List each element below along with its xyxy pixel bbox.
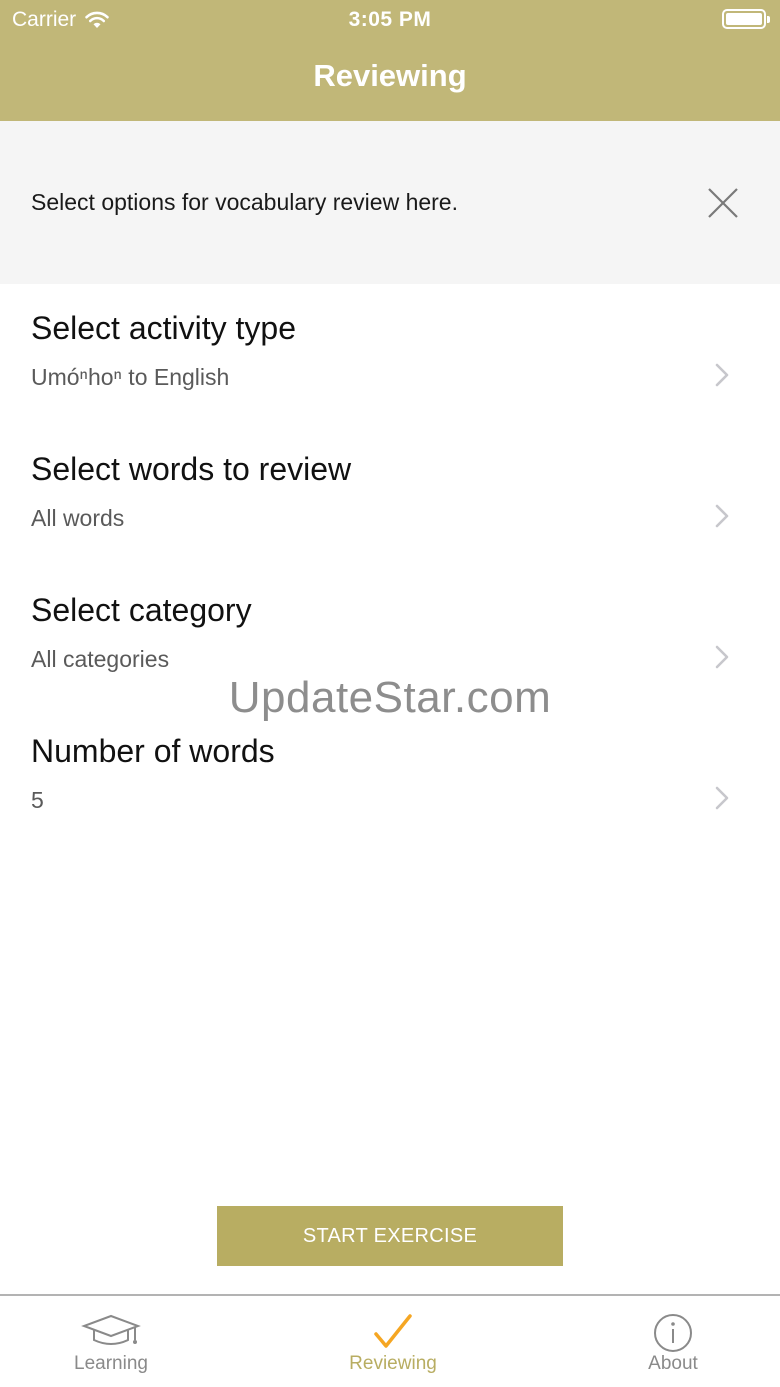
tab-about[interactable]: About bbox=[573, 1296, 773, 1387]
chevron-right-icon bbox=[715, 504, 729, 528]
option-value: All categories bbox=[31, 646, 170, 672]
banner-message: Select options for vocabulary review her… bbox=[31, 189, 458, 215]
option-title: Select category bbox=[31, 592, 252, 628]
tab-bar: Learning Reviewing About bbox=[0, 1294, 780, 1387]
option-title: Select activity type bbox=[31, 310, 296, 346]
close-banner-button[interactable] bbox=[704, 184, 742, 222]
start-exercise-button[interactable]: START EXERCISE bbox=[217, 1206, 563, 1266]
page-title: Reviewing bbox=[313, 58, 467, 93]
tab-reviewing[interactable]: Reviewing bbox=[293, 1296, 493, 1387]
graduation-cap-icon bbox=[81, 1314, 141, 1345]
tab-label: About bbox=[648, 1353, 698, 1374]
option-row-activity-type[interactable]: Select activity type Umóⁿhoⁿ to English bbox=[0, 284, 780, 425]
chevron-right-icon bbox=[715, 645, 729, 669]
navigation-bar: Carrier 3:05 PM Reviewing bbox=[0, 0, 780, 121]
option-title: Number of words bbox=[31, 733, 275, 769]
chevron-right-icon bbox=[715, 363, 729, 387]
tab-learning[interactable]: Learning bbox=[11, 1296, 211, 1387]
option-row-words-to-review[interactable]: Select words to review All words bbox=[0, 425, 780, 566]
checkmark-icon bbox=[374, 1314, 412, 1348]
chevron-right-icon bbox=[715, 786, 729, 810]
close-icon bbox=[708, 188, 738, 218]
watermark: UpdateStar.com bbox=[228, 673, 552, 722]
info-banner: Select options for vocabulary review her… bbox=[0, 121, 780, 284]
option-row-number-of-words[interactable]: Number of words 5 bbox=[0, 707, 780, 848]
tab-label: Learning bbox=[74, 1353, 148, 1374]
option-value: 5 bbox=[31, 787, 44, 813]
battery-icon bbox=[722, 9, 770, 29]
info-icon bbox=[654, 1314, 692, 1352]
option-title: Select words to review bbox=[31, 451, 352, 487]
option-value: Umóⁿhoⁿ to English bbox=[31, 364, 230, 390]
option-value: All words bbox=[31, 505, 125, 531]
status-time: 3:05 PM bbox=[348, 8, 432, 31]
status-bar: Carrier 3:05 PM bbox=[0, 0, 780, 40]
tab-label: Reviewing bbox=[349, 1353, 437, 1374]
